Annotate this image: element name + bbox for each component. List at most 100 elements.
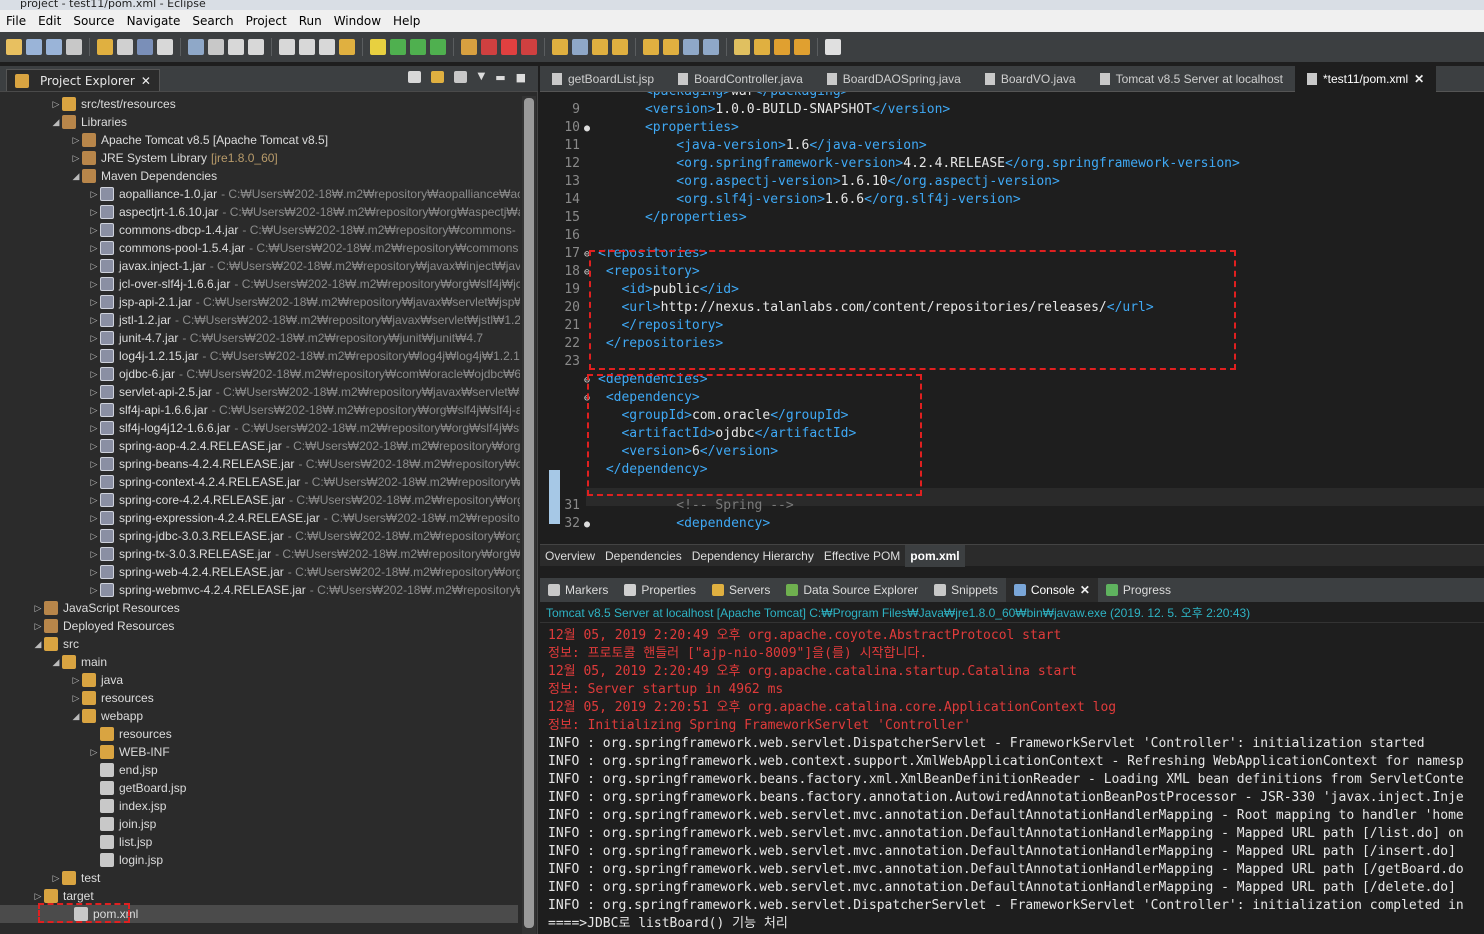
new-icon[interactable]: [6, 39, 22, 55]
prev-icon[interactable]: [774, 39, 790, 55]
tree-scrollbar-thumb[interactable]: [524, 98, 534, 928]
tree-item[interactable]: ▷ spring-context-4.2.4.RELEASE.jar - C:₩Us…: [88, 473, 520, 491]
skip-breakpoints-icon[interactable]: [208, 39, 224, 55]
collapse-arrow-icon[interactable]: ◢: [50, 113, 62, 131]
tree-item[interactable]: end.jsp: [88, 761, 158, 779]
link-with-editor-icon[interactable]: [431, 71, 445, 83]
menu-search[interactable]: Search: [186, 14, 239, 28]
tree-item[interactable]: join.jsp: [88, 815, 156, 833]
expand-arrow-icon[interactable]: ▷: [88, 563, 100, 581]
tree-item[interactable]: ▷ aspectjrt-1.6.10.jar - C:₩Users₩202-18₩.…: [88, 203, 520, 221]
open-type-icon[interactable]: [188, 39, 204, 55]
print-icon[interactable]: [66, 39, 82, 55]
expand-arrow-icon[interactable]: ▷: [88, 527, 100, 545]
expand-arrow-icon[interactable]: ▷: [88, 275, 100, 293]
expand-arrow-icon[interactable]: ▷: [88, 329, 100, 347]
pom-tab[interactable]: Overview: [540, 545, 600, 567]
menu-help[interactable]: Help: [387, 14, 426, 28]
save-icon[interactable]: [26, 39, 42, 55]
tree-item[interactable]: ▷ jstl-1.2.jar - C:₩Users₩202-18₩.m2₩repos…: [88, 311, 520, 329]
tree-item[interactable]: ▷ test: [50, 869, 100, 887]
view-tab[interactable]: Data Source Explorer: [778, 578, 926, 602]
expand-arrow-icon[interactable]: ▷: [70, 131, 82, 149]
filter-icon[interactable]: [454, 71, 468, 83]
collapse-arrow-icon[interactable]: ◢: [70, 707, 82, 725]
menu-edit[interactable]: Edit: [32, 14, 67, 28]
menu-window[interactable]: Window: [328, 14, 387, 28]
menu-file[interactable]: File: [0, 14, 32, 28]
maximize-icon[interactable]: ■: [516, 71, 526, 84]
tree-item[interactable]: ▷ JavaScript Resources: [32, 599, 180, 617]
run-icon[interactable]: [410, 39, 426, 55]
tree-item[interactable]: ▷ slf4j-api-1.6.6.jar - C:₩Users₩202-18₩.m…: [88, 401, 520, 419]
tree-item[interactable]: ▷ spring-jdbc-3.0.3.RELEASE.jar - C:₩Users…: [88, 527, 520, 545]
menu-project[interactable]: Project: [240, 14, 293, 28]
forward-icon[interactable]: [825, 39, 841, 55]
terminate-icon[interactable]: [279, 39, 295, 55]
view-tab[interactable]: Console ✕: [1005, 578, 1098, 602]
expand-arrow-icon[interactable]: ▷: [88, 239, 100, 257]
stop-icon[interactable]: [481, 39, 497, 55]
minimize-icon[interactable]: ▬: [495, 71, 505, 84]
expand-arrow-icon[interactable]: ▷: [88, 491, 100, 509]
view-tab[interactable]: Servers: [704, 578, 778, 602]
menu-navigate[interactable]: Navigate: [121, 14, 187, 28]
tree-item[interactable]: ▷ ojdbc-6.jar - C:₩Users₩202-18₩.m2₩reposi…: [88, 365, 520, 383]
tree-item[interactable]: ▷ commons-pool-1.5.4.jar - C:₩Users₩202-18…: [88, 239, 518, 257]
editor-tab[interactable]: BoardDAOSpring.java: [815, 66, 973, 92]
tree-item[interactable]: login.jsp: [88, 851, 163, 869]
open-task-icon[interactable]: [592, 39, 608, 55]
tree-item[interactable]: ◢ webapp: [70, 707, 143, 725]
tree-item[interactable]: ▷ JRE System Library [jre1.8.0_60]: [70, 149, 278, 167]
tree-item[interactable]: ▷ spring-core-4.2.4.RELEASE.jar - C:₩Users…: [88, 491, 520, 509]
tree-item[interactable]: ▷ servlet-api-2.5.jar - C:₩Users₩202-18₩.m…: [88, 383, 520, 401]
expand-arrow-icon[interactable]: ▷: [88, 347, 100, 365]
expand-arrow-icon[interactable]: ▷: [88, 185, 100, 203]
expand-arrow-icon[interactable]: ▷: [88, 473, 100, 491]
collapse-arrow-icon[interactable]: ◢: [50, 653, 62, 671]
error-icon[interactable]: [501, 39, 517, 55]
tree-item[interactable]: ▷ jcl-over-slf4j-1.6.6.jar - C:₩Users₩202-…: [88, 275, 520, 293]
expand-arrow-icon[interactable]: ▷: [88, 293, 100, 311]
tree-item[interactable]: ▷ spring-beans-4.2.4.RELEASE.jar - C:₩User…: [88, 455, 520, 473]
expand-arrow-icon[interactable]: ▷: [88, 311, 100, 329]
profile-icon[interactable]: [137, 39, 153, 55]
tree-item[interactable]: ▷ java: [70, 671, 123, 689]
tree-item[interactable]: ▷ log4j-1.2.15.jar - C:₩Users₩202-18₩.m2₩r…: [88, 347, 520, 365]
console-output[interactable]: 12월 05, 2019 2:20:49 오후 org.apache.coyot…: [540, 623, 1484, 934]
search-icon[interactable]: [572, 39, 588, 55]
expand-arrow-icon[interactable]: ▷: [32, 617, 44, 635]
tree-item[interactable]: ◢ main: [50, 653, 107, 671]
editor-tab[interactable]: BoardController.java: [666, 66, 815, 92]
tree-item[interactable]: ▷ Deployed Resources: [32, 617, 174, 635]
collapse-arrow-icon[interactable]: ◢: [70, 167, 82, 185]
open-folder-icon[interactable]: [612, 39, 628, 55]
expand-arrow-icon[interactable]: ▷: [88, 257, 100, 275]
debug-config-icon[interactable]: [521, 39, 537, 55]
expand-arrow-icon[interactable]: ▷: [88, 509, 100, 527]
expand-arrow-icon[interactable]: ▷: [88, 581, 100, 599]
tree-item[interactable]: ▷ spring-web-4.2.4.RELEASE.jar - C:₩Users₩…: [88, 563, 520, 581]
next-icon[interactable]: [754, 39, 770, 55]
annotation-icon[interactable]: [734, 39, 750, 55]
tree-item[interactable]: list.jsp: [88, 833, 152, 851]
tree-item[interactable]: ▷ slf4j-log4j12-1.6.6.jar - C:₩Users₩202-1…: [88, 419, 520, 437]
tree-item[interactable]: ▷ Apache Tomcat v8.5 [Apache Tomcat v8.5]: [70, 131, 328, 149]
tree-item[interactable]: ▷ junit-4.7.jar - C:₩Users₩202-18₩.m2₩repo…: [88, 329, 483, 347]
expand-arrow-icon[interactable]: ▷: [88, 221, 100, 239]
step-into-icon[interactable]: [319, 39, 335, 55]
view-menu-icon[interactable]: ▼: [477, 71, 485, 84]
expand-arrow-icon[interactable]: ▷: [88, 401, 100, 419]
drop-frame-icon[interactable]: [390, 39, 406, 55]
save-all-icon[interactable]: [46, 39, 62, 55]
view-tab[interactable]: Snippets: [926, 578, 1006, 602]
expand-arrow-icon[interactable]: ▷: [70, 689, 82, 707]
fold-marker-icon[interactable]: ●: [584, 120, 598, 138]
fold-marker-icon[interactable]: ●: [584, 516, 598, 534]
pom-tab[interactable]: Dependency Hierarchy: [687, 545, 819, 567]
expand-arrow-icon[interactable]: ▷: [88, 437, 100, 455]
tree-item[interactable]: ▷ WEB-INF: [88, 743, 170, 761]
collapse-arrow-icon[interactable]: ◢: [32, 635, 44, 653]
external-tools-icon[interactable]: [461, 39, 477, 55]
tab-project-explorer[interactable]: Project Explorer ✕: [6, 69, 160, 91]
